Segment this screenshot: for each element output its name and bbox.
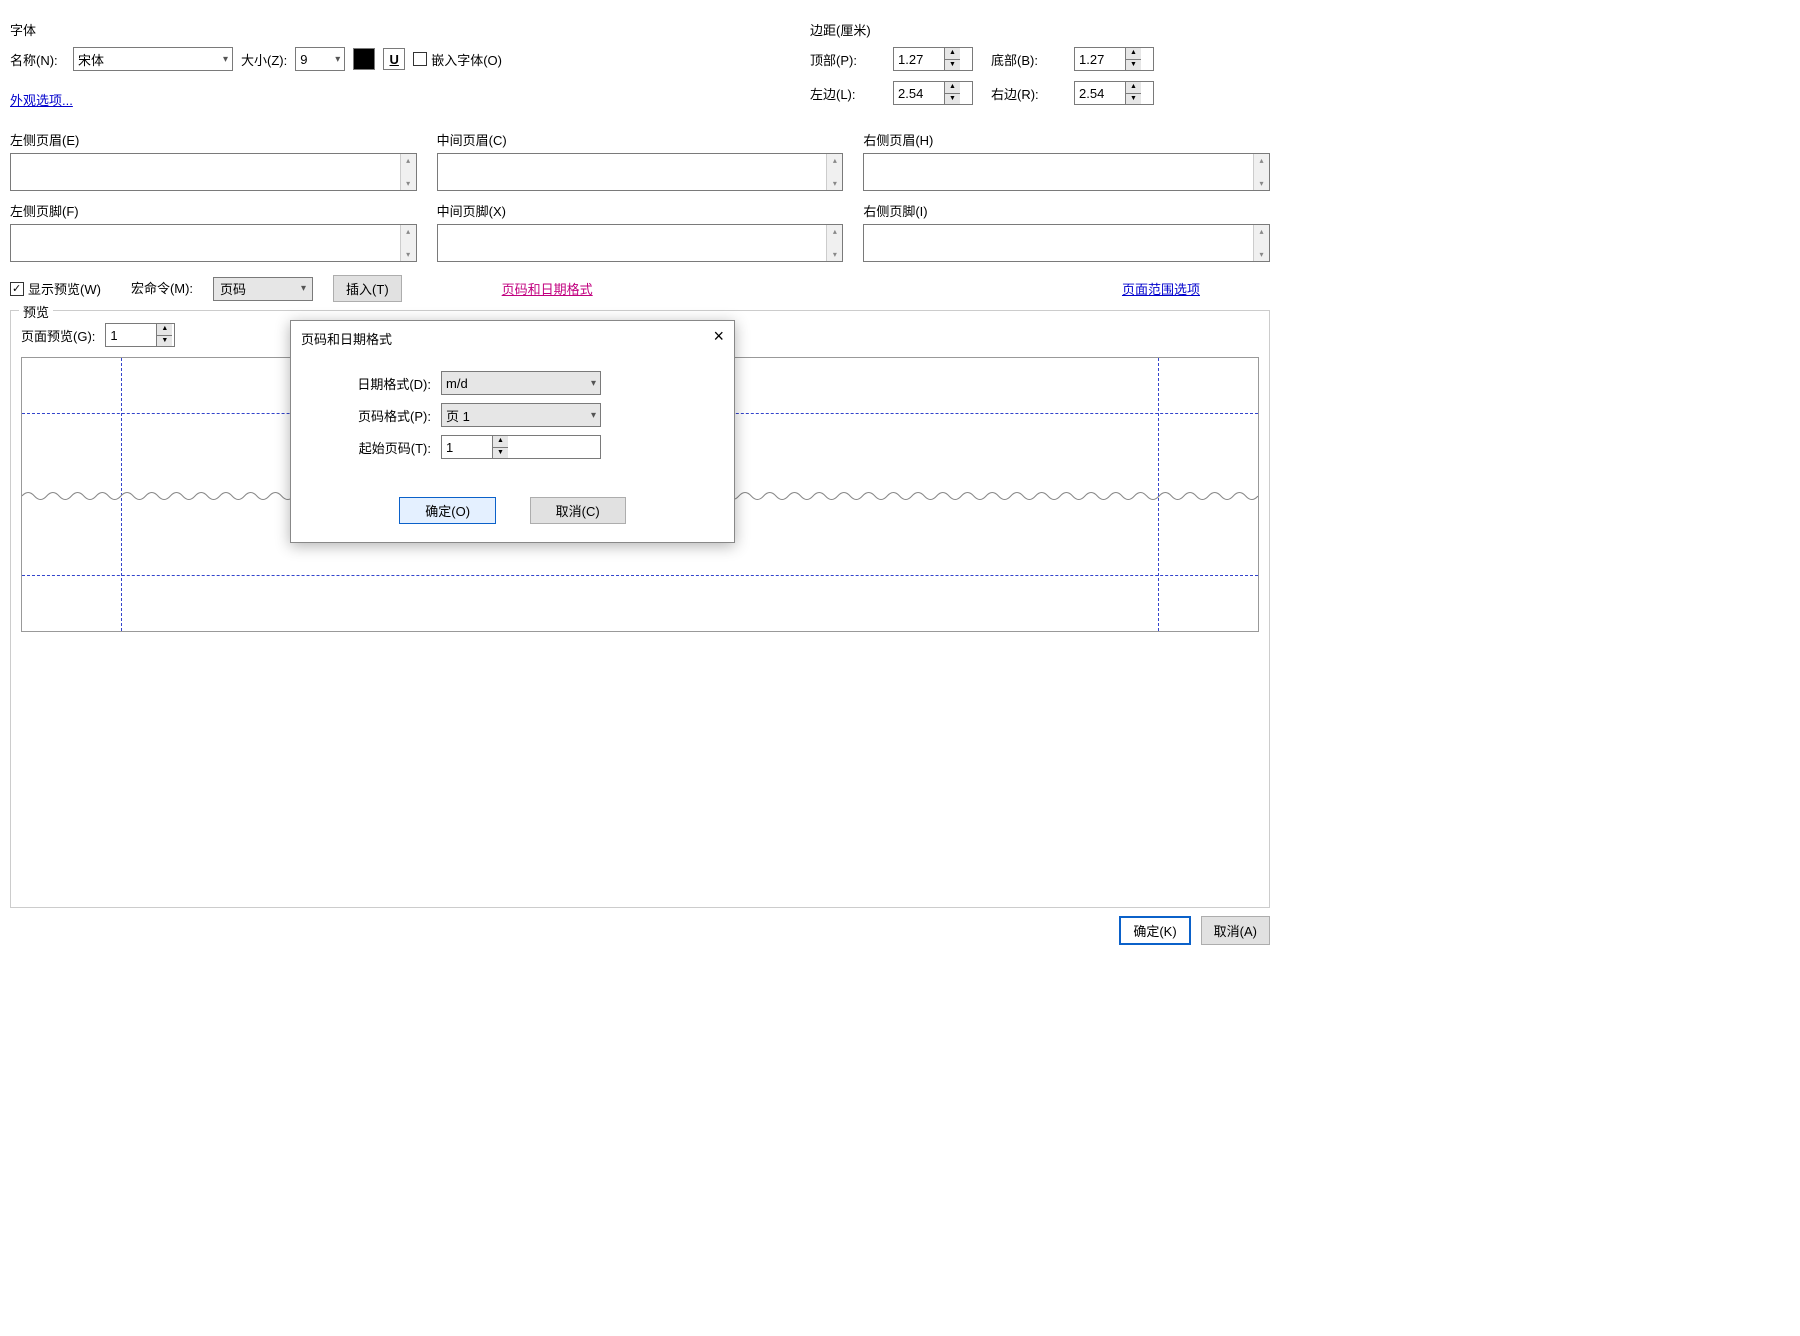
embed-font-checkbox[interactable]: 嵌入字体(O) [413,50,502,69]
preview-page-input[interactable] [106,324,156,346]
margin-guide-line [22,575,1258,576]
margin-left-input[interactable] [894,82,944,104]
font-name-value: 宋体 [78,50,104,69]
margin-left-spinner[interactable]: ▲▼ [893,81,973,105]
insert-button[interactable]: 插入(T) [333,275,402,302]
page-date-format-link[interactable]: 页码和日期格式 [502,279,593,298]
center-header-label: 中间页眉(C) [437,130,844,149]
checkbox-checked-icon [10,282,24,296]
page-date-format-dialog: 页码和日期格式 × 日期格式(D): m/d ▾ 页码格式(P): 页 1 ▾ … [290,320,735,543]
dialog-buttons: 确定(K) 取消(A) [1119,916,1270,945]
left-header-label: 左侧页眉(E) [10,130,417,149]
left-footer-textarea[interactable]: ▴▾ [10,224,417,262]
chevron-down-icon: ▾ [301,283,306,294]
spin-down-icon[interactable]: ▼ [1126,60,1141,71]
font-name-label: 名称(N): [10,50,65,69]
margin-bottom-label: 底部(B): [991,50,1056,69]
start-page-spinner[interactable]: ▲▼ [441,435,601,459]
margin-top-input[interactable] [894,48,944,70]
modal-cancel-button[interactable]: 取消(C) [530,497,626,524]
preview-page-label: 页面预览(G): [21,326,95,345]
date-format-label: 日期格式(D): [321,374,431,393]
margin-top-label: 顶部(P): [810,50,875,69]
scrollbar[interactable]: ▴▾ [1253,225,1269,261]
macro-value: 页码 [220,279,246,298]
spin-up-icon[interactable]: ▲ [945,82,960,94]
macro-select[interactable]: 页码 ▾ [213,277,313,301]
margin-group: 边距(厘米) 顶部(P): ▲▼ 底部(B): ▲▼ 左边(L): ▲▼ 右边(… [810,20,1270,105]
font-size-select[interactable]: 9 ▾ [295,47,345,71]
spin-down-icon[interactable]: ▼ [157,336,172,347]
margin-top-spinner[interactable]: ▲▼ [893,47,973,71]
margin-right-spinner[interactable]: ▲▼ [1074,81,1154,105]
ok-button[interactable]: 确定(K) [1119,916,1190,945]
modal-ok-button[interactable]: 确定(O) [399,497,496,524]
left-footer-label: 左侧页脚(F) [10,201,417,220]
font-size-label: 大小(Z): [241,50,287,69]
font-group: 字体 名称(N): 宋体 ▾ 大小(Z): 9 ▾ U 嵌入字体(O) [10,20,540,71]
page-format-select[interactable]: 页 1 ▾ [441,403,601,427]
spin-up-icon[interactable]: ▲ [493,436,508,448]
scrollbar[interactable]: ▴▾ [826,154,842,190]
checkbox-icon [413,52,427,66]
margin-right-label: 右边(R): [991,84,1056,103]
right-header-textarea[interactable]: ▴▾ [863,153,1270,191]
scrollbar[interactable]: ▴▾ [400,225,416,261]
page-format-label: 页码格式(P): [321,406,431,425]
underline-button[interactable]: U [383,48,405,70]
spin-up-icon[interactable]: ▲ [157,324,172,336]
font-name-select[interactable]: 宋体 ▾ [73,47,233,71]
spin-down-icon[interactable]: ▼ [1126,94,1141,105]
scrollbar[interactable]: ▴▾ [400,154,416,190]
show-preview-checkbox[interactable]: 显示预览(W) [10,279,101,298]
margin-right-input[interactable] [1075,82,1125,104]
macro-label: 宏命令(M): [131,283,193,294]
date-format-value: m/d [446,376,468,391]
spin-up-icon[interactable]: ▲ [1126,48,1141,60]
font-group-title: 字体 [10,20,540,39]
margin-left-label: 左边(L): [810,84,875,103]
center-footer-label: 中间页脚(X) [437,201,844,220]
embed-font-label: 嵌入字体(O) [431,50,502,69]
spin-down-icon[interactable]: ▼ [493,448,508,459]
date-format-select[interactable]: m/d ▾ [441,371,601,395]
scrollbar[interactable]: ▴▾ [1253,154,1269,190]
margin-group-title: 边距(厘米) [810,20,1270,39]
font-color-swatch[interactable] [353,48,375,70]
right-footer-label: 右侧页脚(I) [863,201,1270,220]
spin-down-icon[interactable]: ▼ [945,94,960,105]
left-header-textarea[interactable]: ▴▾ [10,153,417,191]
options-row: 显示预览(W) 宏命令(M): 页码 ▾ 插入(T) 页码和日期格式 页面范围选… [10,275,1270,302]
margin-bottom-spinner[interactable]: ▲▼ [1074,47,1154,71]
show-preview-label: 显示预览(W) [28,279,101,298]
spin-up-icon[interactable]: ▲ [1126,82,1141,94]
spin-up-icon[interactable]: ▲ [945,48,960,60]
start-page-input[interactable] [442,436,492,458]
spin-down-icon[interactable]: ▼ [945,60,960,71]
scrollbar[interactable]: ▴▾ [826,225,842,261]
close-icon[interactable]: × [713,329,724,348]
chevron-down-icon: ▾ [591,378,596,389]
cancel-button[interactable]: 取消(A) [1201,916,1270,945]
chevron-down-icon: ▾ [223,54,228,65]
right-header-label: 右侧页眉(H) [863,130,1270,149]
font-size-value: 9 [300,52,307,67]
preview-page-spinner[interactable]: ▲▼ [105,323,175,347]
chevron-down-icon: ▾ [591,410,596,421]
chevron-down-icon: ▾ [335,54,340,65]
modal-title: 页码和日期格式 [301,329,392,348]
appearance-options-link[interactable]: 外观选项... [10,90,73,109]
right-footer-textarea[interactable]: ▴▾ [863,224,1270,262]
start-page-label: 起始页码(T): [321,438,431,457]
header-footer-grid: 左侧页眉(E) ▴▾ 中间页眉(C) ▴▾ 右侧页眉(H) ▴▾ 左侧页脚(F)… [10,130,1270,262]
preview-group-title: 预览 [19,302,53,321]
page-range-options-link[interactable]: 页面范围选项 [1122,279,1200,298]
center-footer-textarea[interactable]: ▴▾ [437,224,844,262]
page-format-value: 页 1 [446,406,470,425]
center-header-textarea[interactable]: ▴▾ [437,153,844,191]
margin-bottom-input[interactable] [1075,48,1125,70]
